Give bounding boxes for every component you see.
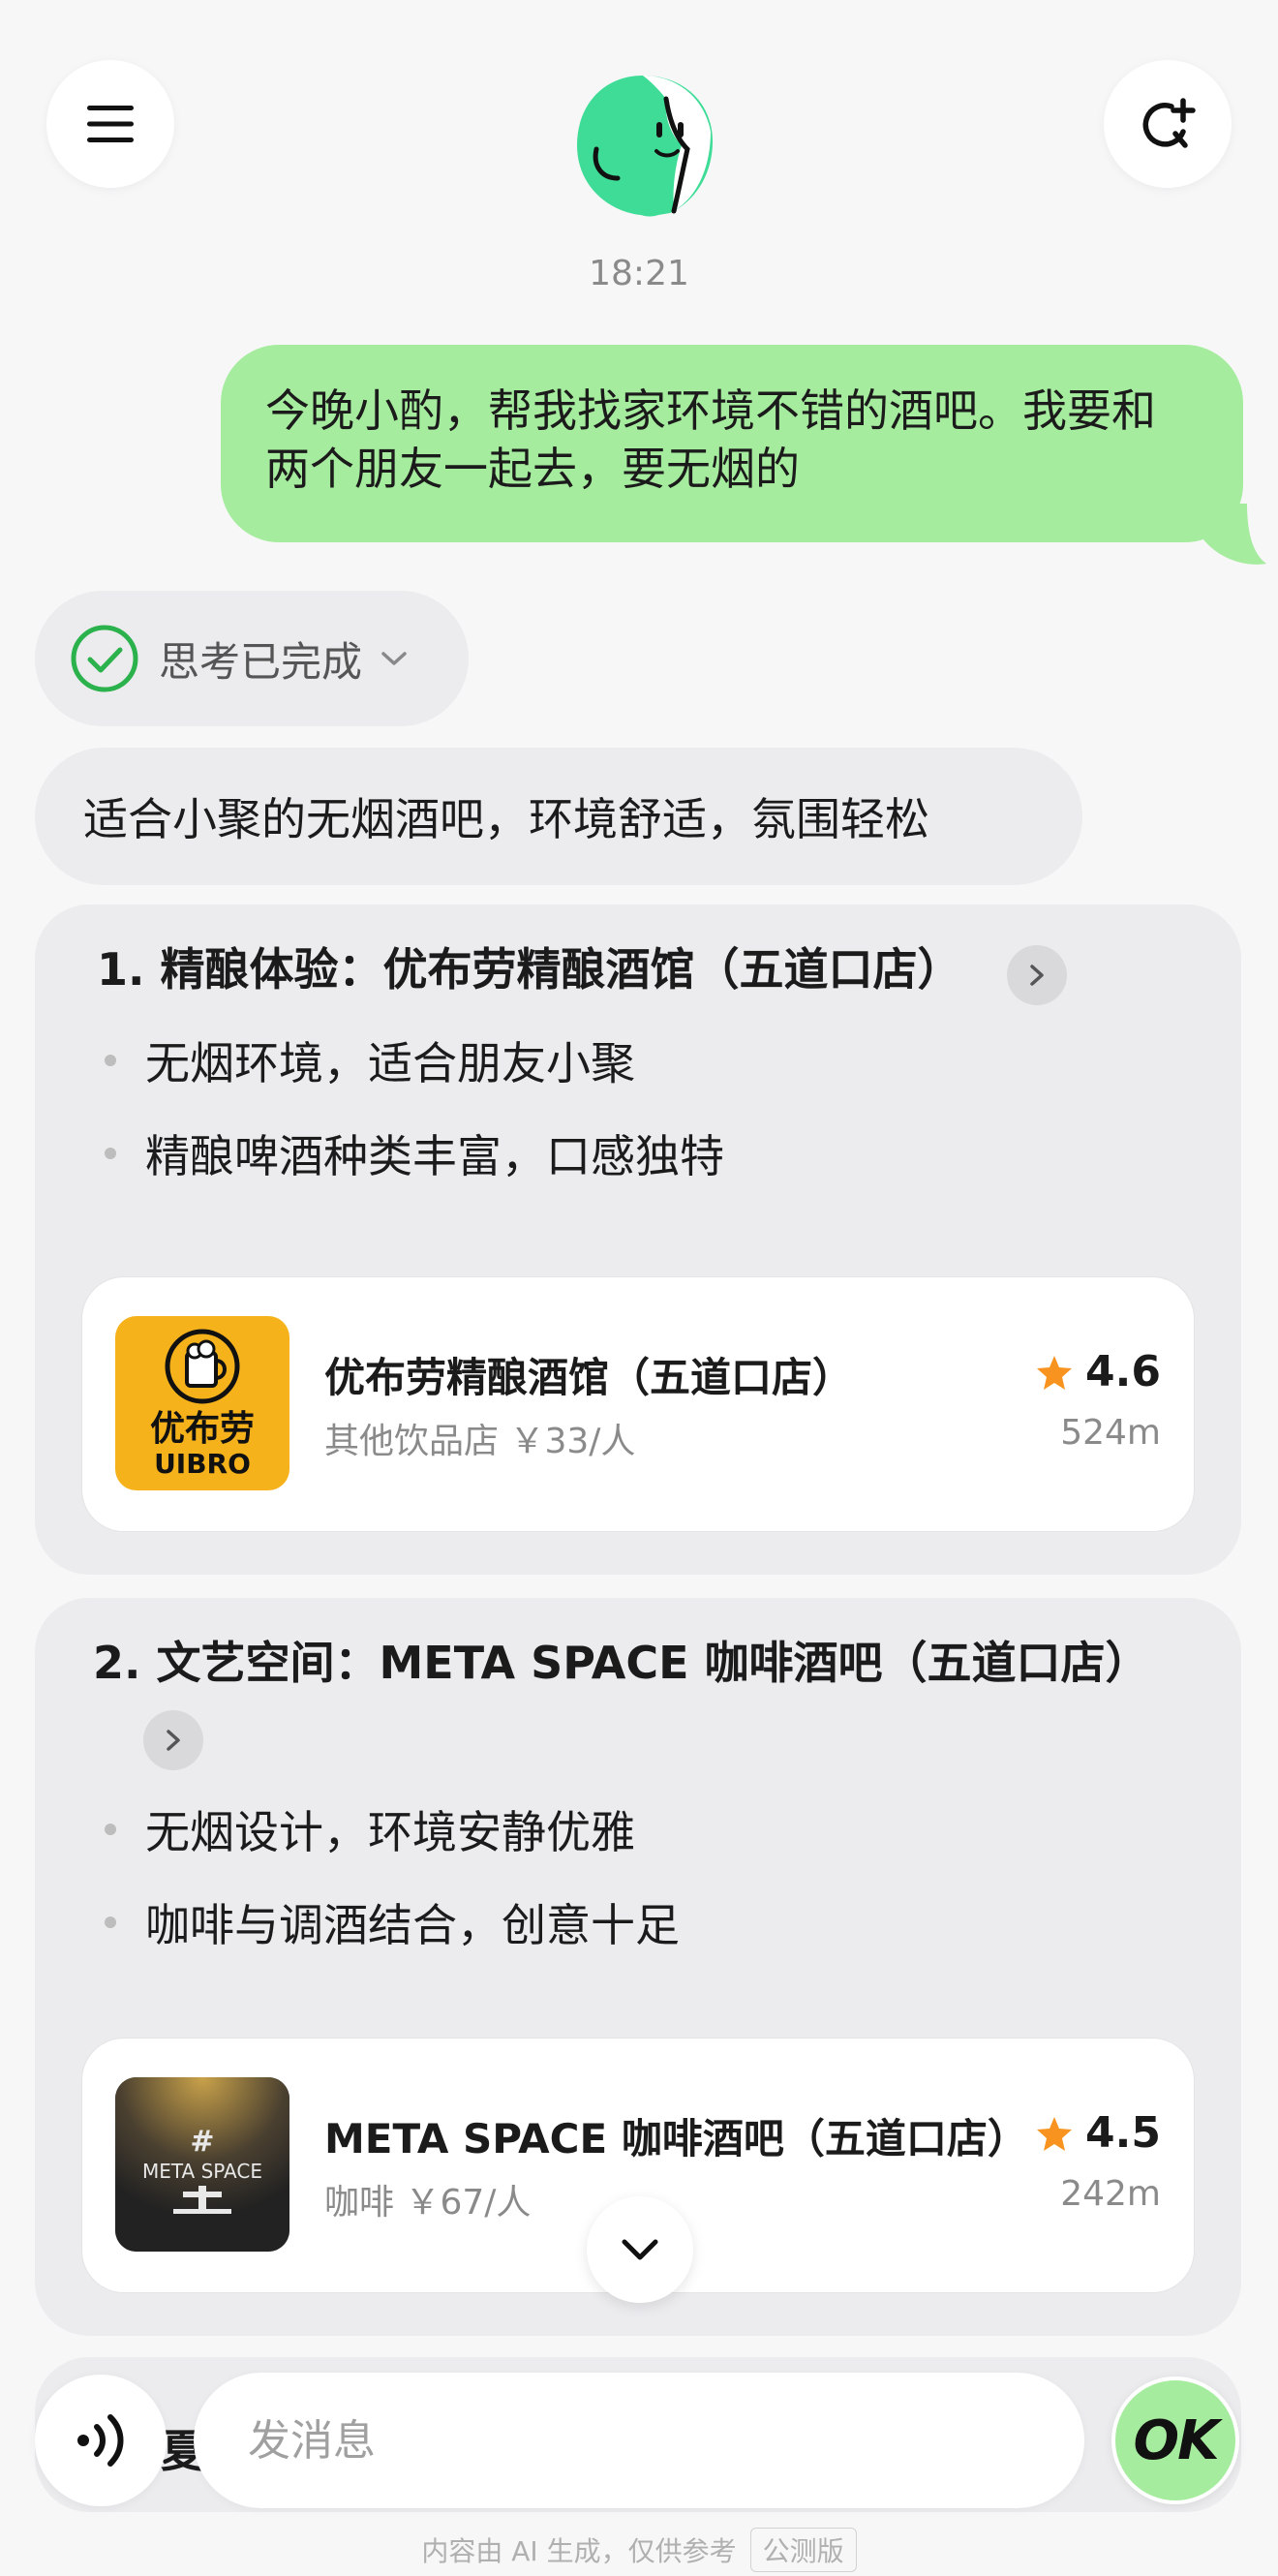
place-card[interactable]: 优布劳 UIBRO 优布劳精酿酒馆（五道口店） 其他饮品店 ￥33/人 4.6 … <box>81 1276 1195 1532</box>
new-chat-button[interactable] <box>1104 60 1232 188</box>
place-rating: 4.5 <box>1035 2108 1161 2158</box>
list-item: 无烟环境，适合朋友小聚 <box>105 1028 635 1092</box>
user-message-bubble: 今晚小酌，帮我找家环境不错的酒吧。我要和两个朋友一起去，要无烟的 <box>221 345 1243 542</box>
star-icon <box>1037 2116 1073 2151</box>
recommendation-title: 1. 精酿体验：优布劳精酿酒馆（五道口店） <box>97 943 962 996</box>
bullet-dot <box>105 1148 116 1159</box>
message-timestamp: 18:21 <box>589 254 689 293</box>
place-category-price: 其他饮品店 ￥33/人 <box>324 1422 636 1461</box>
svg-text:#: # <box>190 2125 214 2159</box>
bullet-text: 无烟设计，环境安静优雅 <box>145 1806 635 1858</box>
beer-mug-logo-icon: 优布劳 UIBRO <box>150 1329 255 1480</box>
recommendation-card: 1. 精酿体验：优布劳精酿酒馆（五道口店） 无烟环境，适合朋友小聚 精酿啤酒种类… <box>35 905 1241 1575</box>
thinking-status-toggle[interactable]: 思考已完成 <box>35 591 469 726</box>
open-recommendation-button[interactable] <box>143 1710 203 1770</box>
ok-label: OK <box>1133 2408 1220 2472</box>
rating-value: 4.6 <box>1085 1347 1161 1396</box>
chevron-down-icon <box>622 2239 658 2260</box>
hamburger-menu-icon <box>87 106 134 142</box>
place-distance: 524m <box>1060 1413 1161 1453</box>
chevron-right-icon <box>1030 965 1044 986</box>
check-circle-icon <box>71 625 138 692</box>
beta-badge: 公测版 <box>749 2528 857 2572</box>
bullet-text: 精酿啤酒种类丰富，口感独特 <box>145 1130 724 1182</box>
bullet-text: 咖啡与调酒结合，创意十足 <box>145 1899 680 1951</box>
place-category-price: 咖啡 ￥67/人 <box>324 2183 532 2223</box>
list-item: 无烟设计，环境安静优雅 <box>105 1797 635 1861</box>
place-name: 优布劳精酿酒馆（五道口店） <box>324 1354 854 1401</box>
chevron-right-icon <box>167 1730 180 1751</box>
menu-button[interactable] <box>46 60 174 188</box>
place-logo: 优布劳 UIBRO <box>115 1316 289 1490</box>
list-item: 精酿啤酒种类丰富，口感独特 <box>105 1121 724 1185</box>
svg-text:UIBRO: UIBRO <box>154 1448 251 1480</box>
meta-space-logo-icon: # META SPACE <box>115 2077 289 2252</box>
place-name: META SPACE 咖啡酒吧（五道口店） <box>324 2115 1028 2162</box>
place-logo: # META SPACE <box>115 2077 289 2252</box>
open-recommendation-button[interactable] <box>1007 945 1067 1005</box>
place-distance: 242m <box>1060 2174 1161 2214</box>
voice-input-button[interactable] <box>35 2375 167 2506</box>
message-input[interactable] <box>194 2373 1084 2508</box>
summary-message: 适合小聚的无烟酒吧，环境舒适，氛围轻松 <box>35 748 1082 885</box>
thinking-status-label: 思考已完成 <box>159 637 363 686</box>
new-chat-refresh-icon <box>1142 98 1196 148</box>
bullet-dot <box>105 1917 116 1928</box>
svg-text:优布劳: 优布劳 <box>150 1409 255 1449</box>
ai-disclaimer: 内容由 AI 生成，仅供参考 公测版 <box>0 2528 1278 2572</box>
recommendation-title: 2. 文艺空间：META SPACE 咖啡酒吧（五道口店） <box>93 1637 1150 1689</box>
scroll-to-bottom-button[interactable] <box>587 2196 693 2303</box>
disclaimer-text: 内容由 AI 生成，仅供参考 <box>421 2535 737 2567</box>
svg-text:META SPACE: META SPACE <box>142 2160 262 2183</box>
bullet-dot <box>105 1055 116 1066</box>
bubble-tail <box>1189 504 1266 565</box>
rating-value: 4.5 <box>1085 2108 1161 2158</box>
place-rating: 4.6 <box>1035 1347 1161 1396</box>
chevron-down-icon <box>381 652 407 665</box>
voice-wave-icon <box>77 2414 124 2467</box>
list-item: 咖啡与调酒结合，创意十足 <box>105 1890 680 1954</box>
ok-send-button[interactable]: OK <box>1111 2377 1239 2504</box>
assistant-avatar-icon <box>577 76 713 217</box>
bullet-dot <box>105 1824 116 1835</box>
star-icon <box>1037 1355 1073 1390</box>
bullet-text: 无烟环境，适合朋友小聚 <box>145 1037 635 1089</box>
